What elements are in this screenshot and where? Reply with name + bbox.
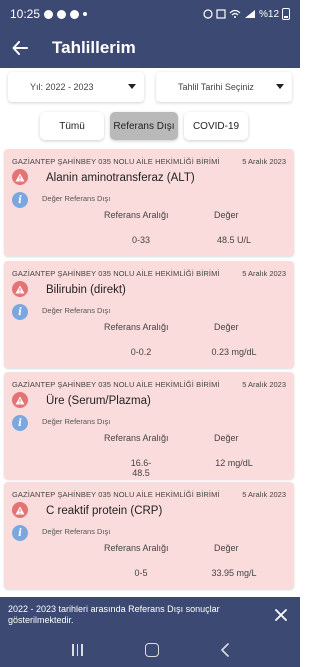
info-icon[interactable]: i xyxy=(12,525,28,541)
reference-range-value: 16.6-48.5 xyxy=(130,458,152,478)
more-notifications-icon xyxy=(83,12,88,16)
status-text: Değer Referans Dışı xyxy=(42,417,111,426)
test-name: Alanin aminotransferaz (ALT) xyxy=(46,172,195,184)
result-date: 5 Aralık 2023 xyxy=(242,157,286,166)
status-text: Değer Referans Dışı xyxy=(42,306,111,315)
signal-icon xyxy=(244,10,255,18)
reference-range-value: 0-5 xyxy=(134,568,148,578)
clinic-name: GAZİANTEP ŞAHİNBEY 035 NOLU AİLE HEKİMLİ… xyxy=(12,380,220,389)
value-header: Değer xyxy=(214,322,239,332)
tab-out-of-range[interactable]: Referans Dışı xyxy=(110,112,178,140)
recent-apps-button[interactable] xyxy=(70,644,84,656)
filter-bar: Yıl: 2022 - 2023 Tahlil Tarihi Seçiniz xyxy=(8,72,292,102)
battery-icon xyxy=(282,8,290,20)
result-date: 5 Aralık 2023 xyxy=(242,490,286,499)
result-value: 0.23 mg/dL xyxy=(211,347,257,357)
info-icon[interactable]: i xyxy=(12,415,28,431)
tab-covid[interactable]: COVID-19 xyxy=(184,112,248,140)
reference-range-value: 0-33 xyxy=(131,235,150,245)
reference-range-header: Referans Aralığı xyxy=(104,322,169,332)
value-header: Değer xyxy=(214,210,239,220)
home-button[interactable] xyxy=(144,643,159,657)
caret-down-icon xyxy=(128,84,136,89)
result-date: 5 Aralık 2023 xyxy=(242,269,286,278)
back-nav-button[interactable] xyxy=(220,643,230,657)
warning-icon xyxy=(12,281,28,297)
mute-icon xyxy=(216,9,226,19)
test-name: Üre (Serum/Plazma) xyxy=(46,395,151,407)
warning-icon xyxy=(12,502,28,518)
caret-down-icon xyxy=(276,84,284,89)
result-value: 48.5 U/L xyxy=(216,235,252,245)
reference-range-value: 0-0.2 xyxy=(130,347,152,357)
result-card[interactable]: GAZİANTEP ŞAHİNBEY 035 NOLU AİLE HEKİMLİ… xyxy=(4,482,294,589)
clinic-name: GAZİANTEP ŞAHİNBEY 035 NOLU AİLE HEKİMLİ… xyxy=(12,269,220,278)
status-bar: 10:25 %12 xyxy=(0,0,300,28)
result-value: 12 mg/dL xyxy=(215,458,253,468)
tab-bar: Tümü Referans Dışı COVID-19 xyxy=(40,112,248,140)
arrow-left-icon xyxy=(12,41,28,55)
close-icon xyxy=(275,609,287,621)
reference-range-header: Referans Aralığı xyxy=(104,433,169,443)
alarm-icon xyxy=(203,9,213,19)
wifi-icon xyxy=(229,9,241,18)
info-icon[interactable]: i xyxy=(12,192,28,208)
battery-percent: %12 xyxy=(258,8,279,20)
clinic-name: GAZİANTEP ŞAHİNBEY 035 NOLU AİLE HEKİMLİ… xyxy=(12,490,220,499)
date-dropdown-label: Tahlil Tarihi Seçiniz xyxy=(178,82,254,92)
page-title: Tahlillerim xyxy=(52,38,136,57)
app-bar: Tahlillerim xyxy=(0,28,300,68)
status-text: Değer Referans Dışı xyxy=(42,194,111,203)
warning-icon xyxy=(12,392,28,408)
snackbar: 2022 - 2023 tarihleri arasında Referans … xyxy=(0,597,300,633)
result-card[interactable]: GAZİANTEP ŞAHİNBEY 035 NOLU AİLE HEKİMLİ… xyxy=(4,149,294,256)
warning-icon xyxy=(12,169,28,185)
snackbar-message: 2022 - 2023 tarihleri arasında Referans … xyxy=(8,603,220,625)
value-header: Değer xyxy=(214,543,239,553)
reference-range-header: Referans Aralığı xyxy=(104,543,169,553)
result-card[interactable]: GAZİANTEP ŞAHİNBEY 035 NOLU AİLE HEKİMLİ… xyxy=(4,372,294,479)
notification-icon xyxy=(57,9,67,19)
tab-all[interactable]: Tümü xyxy=(40,112,104,140)
results-list[interactable]: GAZİANTEP ŞAHİNBEY 035 NOLU AİLE HEKİMLİ… xyxy=(0,147,300,597)
info-icon[interactable]: i xyxy=(12,304,28,320)
status-text: Değer Referans Dışı xyxy=(42,527,111,536)
test-name: Bilirubin (direkt) xyxy=(46,284,126,296)
result-value: 33.95 mg/L xyxy=(211,568,257,578)
year-dropdown-label: Yıl: 2022 - 2023 xyxy=(30,82,94,92)
test-name: C reaktif protein (CRP) xyxy=(46,505,163,517)
result-card[interactable]: GAZİANTEP ŞAHİNBEY 035 NOLU AİLE HEKİMLİ… xyxy=(4,261,294,368)
value-header: Değer xyxy=(214,433,239,443)
reference-range-header: Referans Aralığı xyxy=(104,210,169,220)
system-nav-bar xyxy=(0,633,300,667)
status-time: 10:25 xyxy=(10,7,41,21)
clinic-name: GAZİANTEP ŞAHİNBEY 035 NOLU AİLE HEKİMLİ… xyxy=(12,157,220,166)
notification-icon xyxy=(70,9,80,19)
year-dropdown[interactable]: Yıl: 2022 - 2023 xyxy=(8,72,144,102)
close-button[interactable] xyxy=(270,604,292,626)
back-button[interactable] xyxy=(0,28,40,68)
result-date: 5 Aralık 2023 xyxy=(242,380,286,389)
date-dropdown[interactable]: Tahlil Tarihi Seçiniz xyxy=(156,72,292,102)
notification-icon xyxy=(44,9,54,19)
